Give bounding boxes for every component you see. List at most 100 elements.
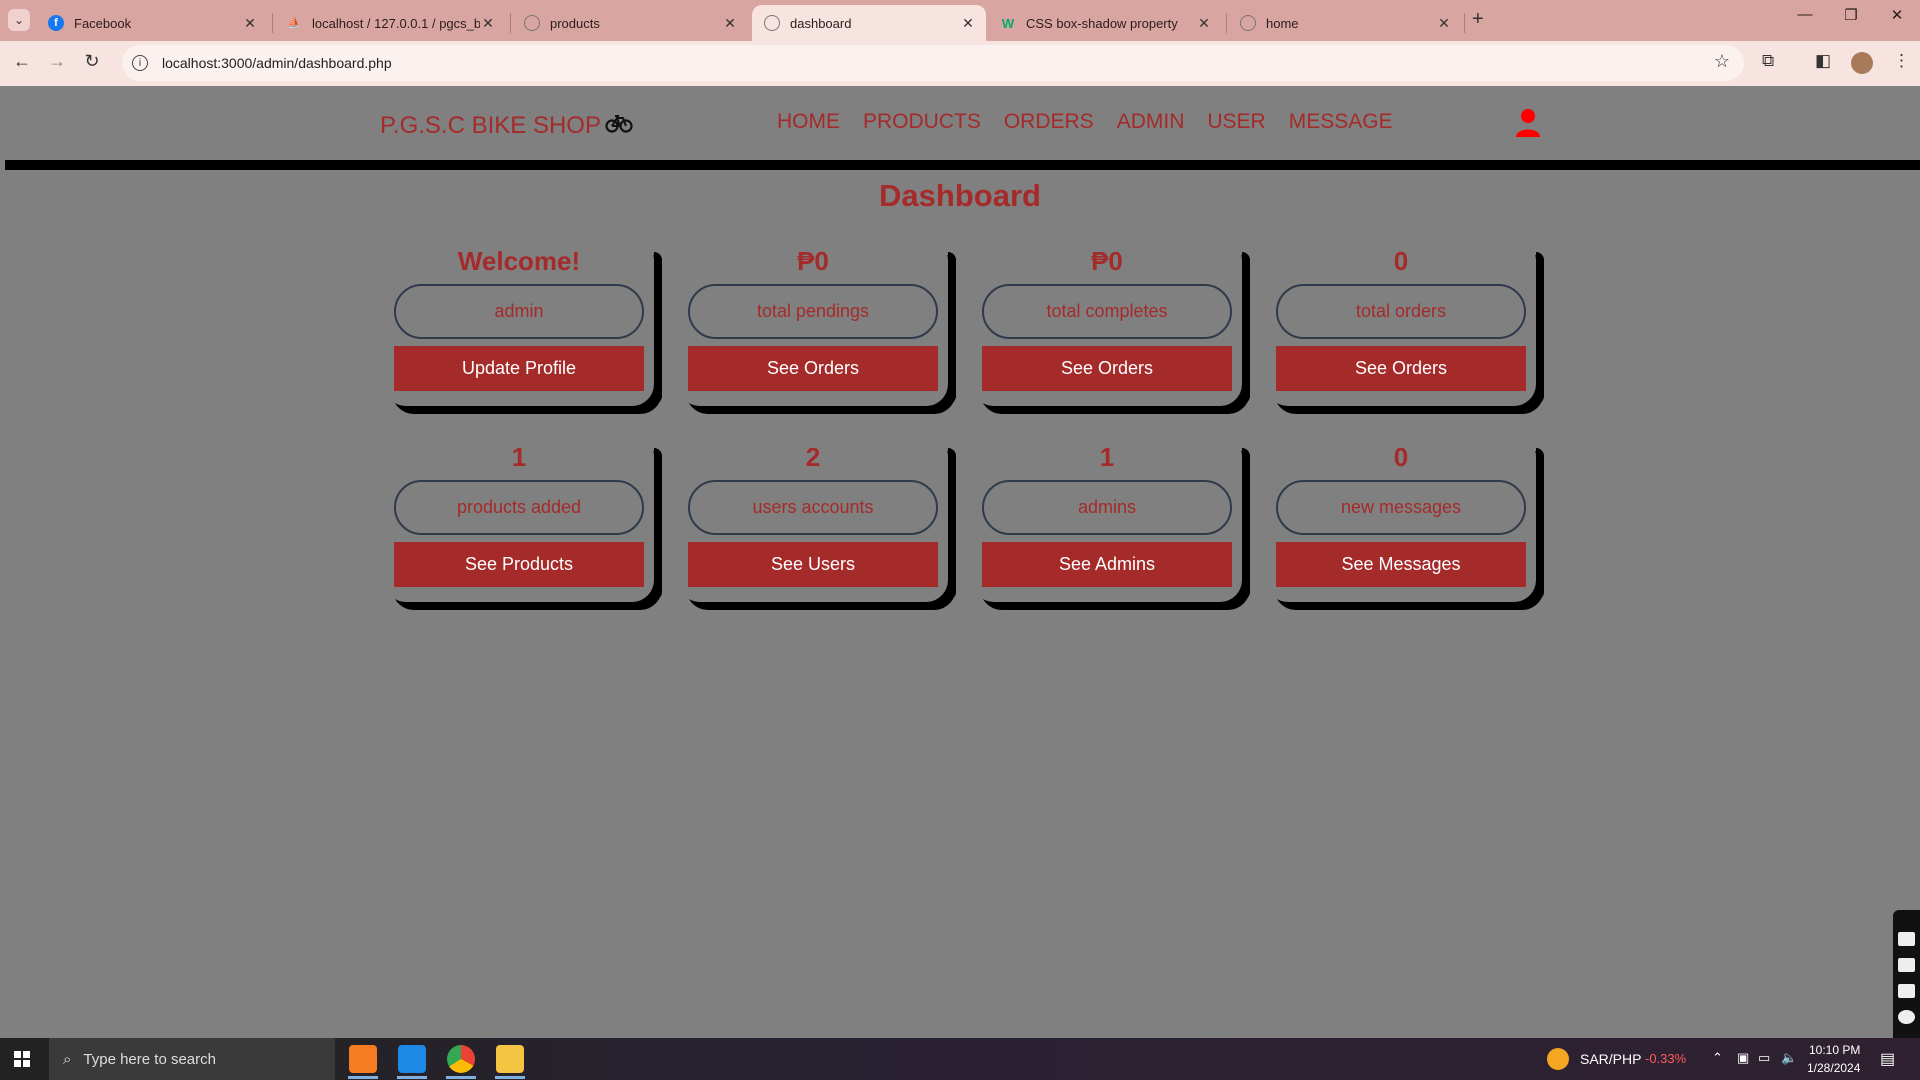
extensions-puzzle-icon[interactable]: ⧉ <box>1762 51 1774 71</box>
nav-orders[interactable]: ORDERS <box>1004 110 1094 134</box>
profile-avatar[interactable] <box>1851 52 1873 74</box>
address-url[interactable]: localhost:3000/admin/dashboard.php <box>162 55 392 71</box>
tab-products[interactable]: products ✕ <box>512 5 748 41</box>
site-info-icon[interactable]: i <box>132 55 148 71</box>
see-messages-button[interactable]: See Messages <box>1276 542 1526 587</box>
file-explorer-icon[interactable] <box>496 1045 524 1073</box>
see-users-button[interactable]: See Users <box>688 542 938 587</box>
header-divider <box>5 160 1920 170</box>
tab-title: products <box>550 15 600 31</box>
tab-css-box-shadow[interactable]: W CSS box-shadow property ✕ <box>988 5 1222 41</box>
card-welcome: Welcome! admin Update Profile <box>384 246 662 406</box>
card-new-messages: 0 new messages See Messages <box>1266 442 1544 602</box>
see-admins-button[interactable]: See Admins <box>982 542 1232 587</box>
see-products-button[interactable]: See Products <box>394 542 644 587</box>
tab-home[interactable]: home ✕ <box>1228 5 1462 41</box>
video-camera-icon[interactable] <box>1898 958 1915 972</box>
tab-divider <box>510 13 511 33</box>
new-tab-plus-icon[interactable]: + <box>1472 8 1484 31</box>
page-title: Dashboard <box>879 178 1041 213</box>
tab-dashboard[interactable]: dashboard ✕ <box>752 5 986 41</box>
taskbar-search-box[interactable]: ⌕ Type here to search <box>49 1038 335 1080</box>
brand-name: P.G.S.C BIKE SHOP <box>380 112 601 139</box>
see-orders-button[interactable]: See Orders <box>982 346 1232 391</box>
vscode-app-icon[interactable] <box>398 1045 426 1073</box>
nav-products[interactable]: PRODUCTS <box>863 110 981 134</box>
tab-title: CSS box-shadow property <box>1026 15 1178 31</box>
card-label: users accounts <box>688 480 938 535</box>
tab-facebook[interactable]: f Facebook ✕ <box>36 5 268 41</box>
nav-message[interactable]: MESSAGE <box>1289 110 1393 134</box>
restore-icon[interactable]: ❐ <box>1836 6 1866 24</box>
globe-icon <box>524 15 540 31</box>
close-icon[interactable]: ✕ <box>1196 15 1212 32</box>
nav-user[interactable]: USER <box>1207 110 1265 134</box>
close-icon[interactable]: ✕ <box>480 15 496 32</box>
card-label: total pendings <box>688 284 938 339</box>
card-label: total completes <box>982 284 1232 339</box>
currency-widget-icon[interactable] <box>1547 1048 1569 1070</box>
windows-taskbar: ⌕ Type here to search SAR/PHP -0.33% ⌃ ▣… <box>0 1038 1920 1080</box>
camera-icon[interactable] <box>1898 932 1915 946</box>
globe-icon <box>1240 15 1256 31</box>
taskbar-search-placeholder: Type here to search <box>83 1050 216 1068</box>
card-value: ₱0 <box>1091 246 1123 276</box>
card-total-pendings: ₱0 total pendings See Orders <box>678 246 956 406</box>
tab-divider <box>272 13 273 33</box>
w3schools-icon: W <box>1001 15 1015 31</box>
facebook-icon: f <box>48 15 64 31</box>
globe-icon <box>764 15 780 31</box>
main-nav: HOME PRODUCTS ORDERS ADMIN USER MESSAGE <box>777 110 1393 134</box>
currency-change: -0.33% <box>1645 1051 1687 1066</box>
minimize-icon[interactable]: — <box>1790 6 1820 23</box>
site-brand[interactable]: P.G.S.C BIKE SHOP <box>380 112 633 140</box>
tab-divider <box>1464 13 1465 33</box>
clock-date[interactable]: 1/28/2024 <box>1807 1061 1860 1075</box>
notification-icon[interactable]: ▤ <box>1880 1049 1895 1069</box>
tab-search-chevron-icon[interactable]: ⌄ <box>8 9 30 31</box>
forward-arrow-icon[interactable]: → <box>45 51 69 72</box>
update-profile-button[interactable]: Update Profile <box>394 346 644 391</box>
gear-icon[interactable] <box>1898 1010 1915 1024</box>
side-panel-icon[interactable]: ◧ <box>1815 51 1831 71</box>
card-label: admin <box>394 284 644 339</box>
nav-home[interactable]: HOME <box>777 110 840 134</box>
close-icon[interactable]: ✕ <box>1436 15 1452 32</box>
close-icon[interactable]: ✕ <box>960 15 976 32</box>
active-app-indicator <box>495 1076 525 1079</box>
window-close-icon[interactable]: ✕ <box>1882 6 1912 24</box>
clock-time[interactable]: 10:10 PM <box>1809 1043 1860 1057</box>
back-arrow-icon[interactable]: ← <box>10 51 34 72</box>
active-app-indicator <box>397 1076 427 1079</box>
reload-icon[interactable]: ↻ <box>80 51 104 72</box>
tab-phpmyadmin[interactable]: ⛵ localhost / 127.0.0.1 / pgcs_bike ✕ <box>274 5 506 41</box>
card-label: total orders <box>1276 284 1526 339</box>
capture-side-toolbar <box>1893 910 1920 1044</box>
page-content: P.G.S.C BIKE SHOP HOME PRODUCTS ORDERS A… <box>0 86 1920 1044</box>
bookmark-star-icon[interactable]: ☆ <box>1714 51 1730 72</box>
bicycle-icon <box>605 113 633 139</box>
card-value: 1 <box>511 442 527 472</box>
card-label: new messages <box>1276 480 1526 535</box>
close-icon[interactable]: ✕ <box>242 15 258 32</box>
browser-tabstrip: ⌄ f Facebook ✕ ⛵ localhost / 127.0.0.1 /… <box>0 0 1920 41</box>
meet-now-icon[interactable]: ▣ <box>1737 1050 1749 1066</box>
user-account-icon[interactable] <box>1515 108 1541 138</box>
network-icon[interactable]: ▭ <box>1758 1050 1770 1066</box>
card-value: 0 <box>1393 442 1409 472</box>
nav-admin[interactable]: ADMIN <box>1117 110 1185 134</box>
card-admins: 1 admins See Admins <box>972 442 1250 602</box>
xampp-app-icon[interactable] <box>349 1045 377 1073</box>
browser-menu-icon[interactable]: ⋮ <box>1893 51 1910 71</box>
windows-start-icon[interactable] <box>14 1051 30 1067</box>
see-orders-button[interactable]: See Orders <box>688 346 938 391</box>
chrome-app-icon[interactable] <box>447 1045 475 1073</box>
volume-icon[interactable]: 🔈 <box>1781 1050 1797 1066</box>
currency-pair[interactable]: SAR/PHP <box>1580 1051 1641 1067</box>
see-orders-button[interactable]: See Orders <box>1276 346 1526 391</box>
tray-chevron-up-icon[interactable]: ⌃ <box>1712 1050 1723 1066</box>
card-users-accounts: 2 users accounts See Users <box>678 442 956 602</box>
window-capture-icon[interactable] <box>1898 984 1915 998</box>
address-bar[interactable]: i localhost:3000/admin/dashboard.php ☆ <box>122 45 1744 81</box>
close-icon[interactable]: ✕ <box>722 15 738 32</box>
